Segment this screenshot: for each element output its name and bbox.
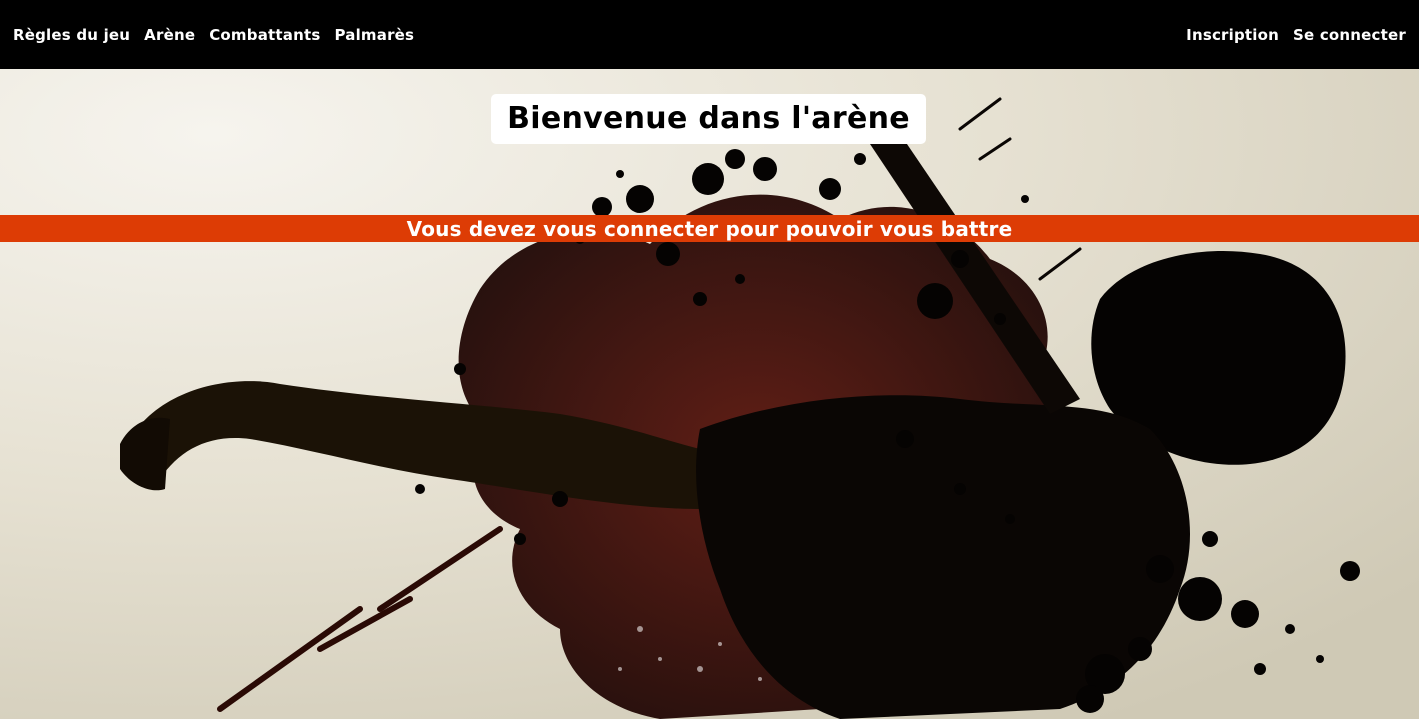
nav-right-group: Inscription Se connecter — [1172, 25, 1406, 45]
nav-link-se-connecter[interactable]: Se connecter — [1293, 25, 1406, 45]
nav-link-combattants[interactable]: Combattants — [209, 25, 320, 45]
login-required-banner: Vous devez vous connecter pour pouvoir v… — [0, 215, 1419, 242]
top-navbar: Règles du jeu Arène Combattants Palmarès… — [0, 0, 1419, 69]
page-title: Bienvenue dans l'arène — [507, 101, 910, 136]
ink-splatter-fighter-image — [0, 69, 1419, 719]
login-required-message: Vous devez vous connecter pour pouvoir v… — [406, 216, 1013, 241]
nav-link-inscription[interactable]: Inscription — [1186, 25, 1279, 45]
nav-link-arene[interactable]: Arène — [144, 25, 195, 45]
nav-link-palmares[interactable]: Palmarès — [334, 25, 414, 45]
nav-left-group: Règles du jeu Arène Combattants Palmarès — [13, 25, 428, 45]
nav-link-regles[interactable]: Règles du jeu — [13, 25, 130, 45]
hero-section: Bienvenue dans l'arène Vous devez vous c… — [0, 69, 1419, 719]
welcome-title-box: Bienvenue dans l'arène — [491, 94, 926, 144]
